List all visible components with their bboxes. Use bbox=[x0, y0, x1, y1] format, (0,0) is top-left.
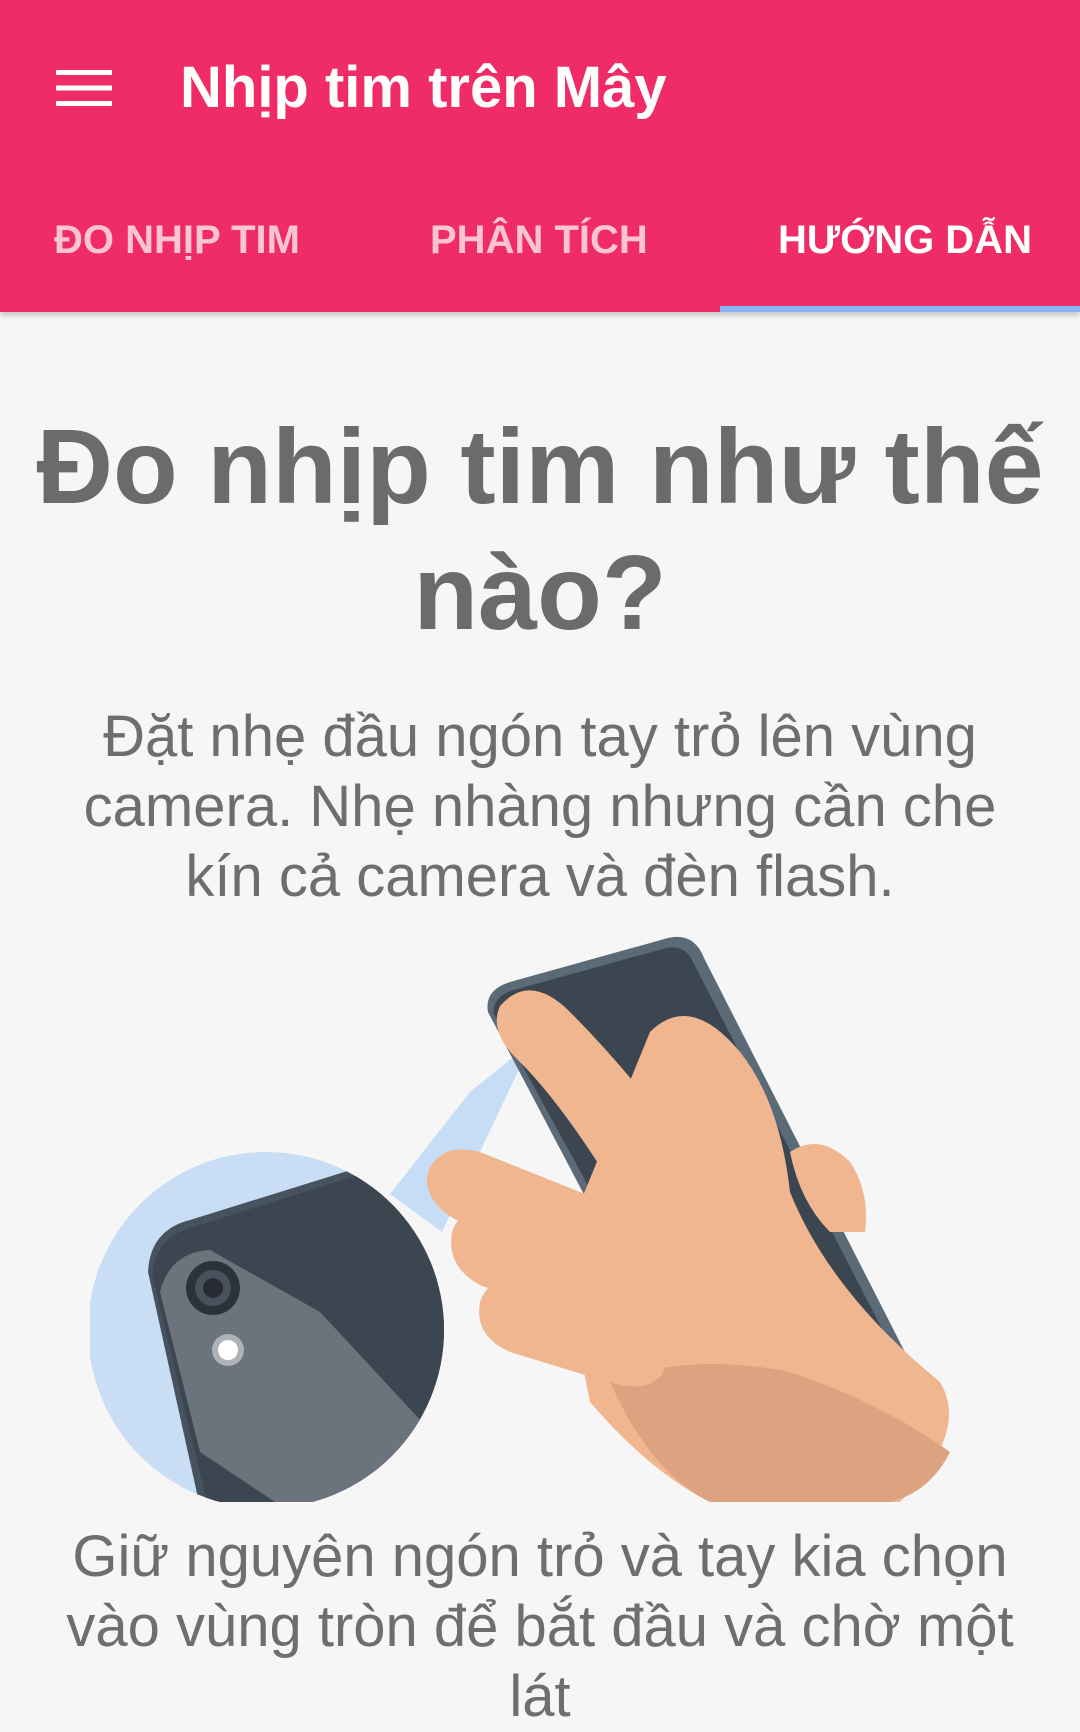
guide-heading: Đo nhịp tim như thế nào? bbox=[36, 408, 1044, 652]
tab-measure[interactable]: ĐO NHỊP TIM bbox=[54, 196, 300, 308]
guide-step-1: Đặt nhẹ đầu ngón tay trỏ lên vùng camera… bbox=[83, 704, 997, 909]
phone-in-hand-icon bbox=[427, 936, 950, 1502]
app-title: Nhịp tim trên Mây bbox=[180, 55, 667, 120]
tab-guide[interactable]: HƯỚNG DẪN bbox=[778, 196, 1032, 308]
tab-bar: ĐO NHỊP TIM PHÂN TÍCH HƯỚNG DẪN bbox=[0, 196, 1080, 312]
tab-analysis[interactable]: PHÂN TÍCH bbox=[430, 196, 648, 308]
guide-content: Đo nhịp tim như thế nào? Đặt nhẹ đầu ngó… bbox=[0, 312, 1080, 1729]
hamburger-menu-icon bbox=[56, 70, 112, 106]
app-bar: Nhịp tim trên Mây ĐO NHỊP TIM PHÂN TÍCH … bbox=[0, 0, 1080, 312]
active-tab-indicator bbox=[720, 306, 1080, 312]
menu-button[interactable] bbox=[36, 40, 132, 136]
guide-step-2: Giữ nguyên ngón trỏ và tay kia chọn vào … bbox=[66, 1524, 1014, 1729]
finger-on-camera-illustration bbox=[90, 936, 950, 1502]
